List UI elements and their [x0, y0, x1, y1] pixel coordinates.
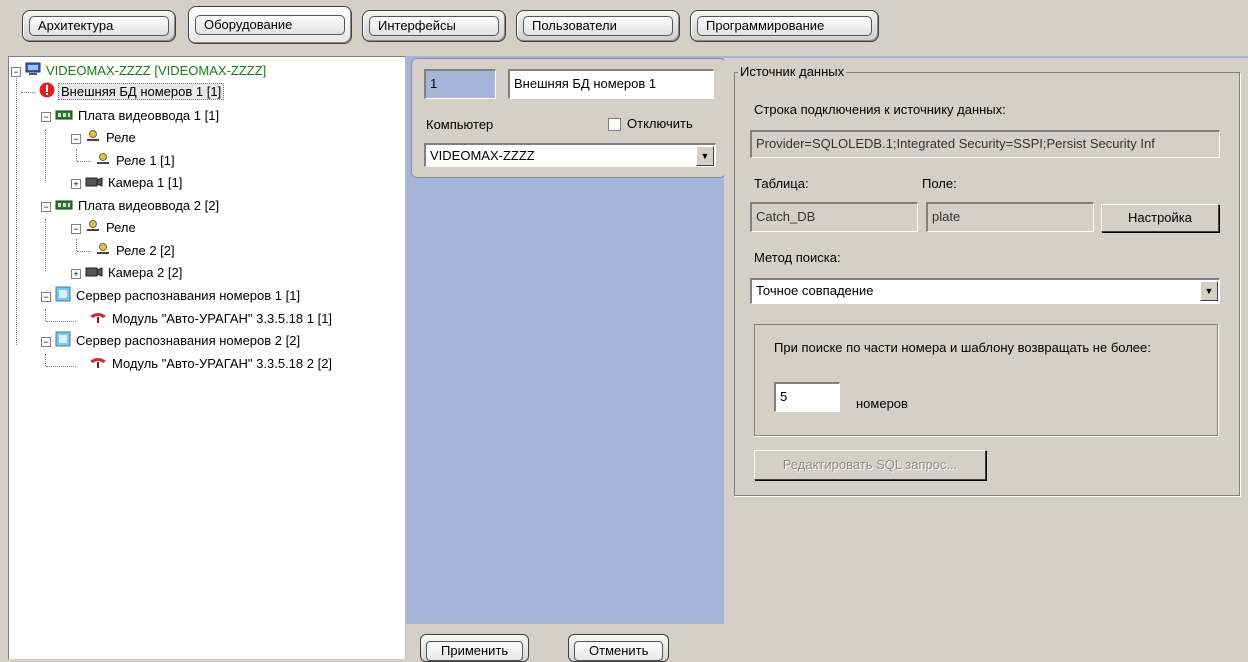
tab-equipment[interactable]: Оборудование [188, 6, 352, 44]
conn-string-label: Строка подключения к источнику данных: [754, 102, 1006, 117]
camera-icon [85, 264, 103, 284]
setup-button[interactable]: Настройка [1101, 204, 1219, 232]
object-header-box: 1 Внешняя БД номеров 1 Компьютер Отключи… [411, 58, 726, 178]
tree-item-label: Сервер распознавания номеров 2 [2] [76, 333, 301, 349]
tree-item-video-board-1[interactable]: Плата видеоввода 1 [1] [55, 106, 221, 126]
collapse-relay1-toggle[interactable]: − [71, 134, 81, 144]
computer-label: Компьютер [426, 117, 494, 132]
tree-item-label: Сервер распознавания номеров 1 [1] [76, 288, 301, 304]
tree-item-label: Реле 2 [2] [116, 243, 175, 258]
apply-button[interactable]: Применить [420, 634, 530, 662]
tab-bar: Архитектура Оборудование Интерфейсы Поль… [0, 0, 1248, 56]
relay-icon [85, 129, 101, 149]
table-label: Таблица: [754, 176, 809, 191]
computer-select-value: VIDEOMAX-ZZZZ [430, 148, 535, 163]
tree-item-auto-uragan-1[interactable]: Модуль "Авто-УРАГАН" 3.3.5.18 1 [1] [89, 309, 334, 329]
tree-root-label: VIDEOMAX-ZZZZ [VIDEOMAX-ZZZZ] [46, 63, 267, 78]
cancel-button[interactable]: Отменить [568, 634, 670, 662]
tree-item-auto-uragan-2[interactable]: Модуль "Авто-УРАГАН" 3.3.5.18 2 [2] [89, 354, 334, 374]
tree-item-label: Плата видеоввода 1 [1] [78, 108, 220, 123]
tab-interfaces[interactable]: Интерфейсы [362, 10, 506, 42]
collapse-board2-toggle[interactable]: − [41, 202, 51, 212]
cancel-button-label: Отменить [574, 641, 664, 661]
tree-item-label: Реле 1 [1] [116, 153, 175, 168]
tree-item-label: Реле [106, 130, 136, 145]
tab-equipment-label: Оборудование [195, 15, 345, 35]
search-method-label: Метод поиска: [754, 250, 841, 265]
object-name-field[interactable]: Внешняя БД номеров 1 [508, 69, 714, 99]
object-id-field[interactable]: 1 [424, 69, 496, 99]
camera-icon [85, 174, 103, 194]
tree-item-relay-2[interactable]: Реле 2 [2] [95, 241, 177, 261]
collapse-root-toggle[interactable]: − [11, 67, 21, 77]
tree-item-label: Модуль "Авто-УРАГАН" 3.3.5.18 1 [1] [112, 311, 333, 326]
server-icon [55, 286, 71, 308]
tab-users[interactable]: Пользователи [516, 10, 680, 42]
tree-item-relay-group-1[interactable]: Реле [85, 128, 138, 148]
partial-unit-label: номеров [856, 396, 908, 411]
chevron-down-icon[interactable]: ▼ [1200, 281, 1218, 301]
tree-item-label: Реле [106, 220, 136, 235]
server-icon [55, 331, 71, 353]
expand-camera1-toggle[interactable]: + [71, 179, 81, 189]
module-icon [89, 355, 107, 375]
tab-users-label: Пользователи [523, 16, 673, 36]
edit-sql-button[interactable]: Редактировать SQL запрос... [754, 450, 986, 480]
conn-string-field[interactable]: Provider=SQLOLEDB.1;Integrated Security=… [750, 130, 1220, 158]
table-field[interactable]: Catch_DB [750, 202, 918, 232]
tree-root[interactable]: VIDEOMAX-ZZZZ [VIDEOMAX-ZZZZ] [25, 61, 268, 81]
tree-item-label: Модуль "Авто-УРАГАН" 3.3.5.18 2 [2] [112, 356, 333, 371]
tab-architecture-label: Архитектура [29, 16, 169, 36]
computer-icon [25, 62, 41, 82]
chevron-down-icon[interactable]: ▼ [696, 146, 714, 166]
partial-search-text: При поиске по части номера и шаблону воз… [774, 340, 1151, 355]
tab-interfaces-label: Интерфейсы [369, 16, 499, 36]
column-field[interactable]: plate [926, 202, 1094, 232]
search-method-value: Точное совпадение [756, 283, 874, 298]
tab-programming[interactable]: Программирование [690, 10, 879, 42]
hardware-tree[interactable]: − VIDEOMAX-ZZZZ [VIDEOMAX-ZZZZ] Внешняя … [8, 56, 406, 659]
expand-camera2-toggle[interactable]: + [71, 269, 81, 279]
collapse-board1-toggle[interactable]: − [41, 112, 51, 122]
tree-item-label: Камера 2 [2] [108, 265, 183, 280]
relay-icon [95, 242, 111, 262]
tab-architecture[interactable]: Архитектура [22, 10, 176, 42]
disable-checkbox-box[interactable] [608, 118, 621, 132]
collapse-server1-toggle[interactable]: − [41, 292, 51, 302]
tree-item-relay-1[interactable]: Реле 1 [1] [95, 151, 177, 171]
board-icon [55, 197, 73, 217]
tree-item-relay-group-2[interactable]: Реле [85, 218, 138, 238]
board-icon [55, 107, 73, 127]
data-source-group-title: Источник данных [738, 64, 847, 79]
tree-item-camera-1[interactable]: Камера 1 [1] [85, 173, 184, 193]
tree-item-video-board-2[interactable]: Плата видеоввода 2 [2] [55, 196, 221, 216]
tree-item-label: Плата видеоввода 2 [2] [78, 198, 220, 213]
bottom-bar: Применить Отменить [406, 624, 1248, 662]
relay-icon [95, 152, 111, 172]
disable-checkbox[interactable]: Отключить [608, 116, 693, 132]
tree-item-label: Камера 1 [1] [108, 175, 183, 190]
disable-checkbox-label: Отключить [627, 116, 693, 131]
apply-button-label: Применить [426, 641, 524, 661]
module-icon [89, 310, 107, 330]
relay-icon [85, 219, 101, 239]
tab-programming-label: Программирование [697, 16, 872, 36]
collapse-server2-toggle[interactable]: − [41, 337, 51, 347]
computer-select[interactable]: VIDEOMAX-ZZZZ ▼ [424, 143, 716, 167]
tree-item-recognition-server-2[interactable]: Сервер распознавания номеров 2 [2] [55, 331, 302, 351]
tree-item-external-db[interactable]: Внешняя БД номеров 1 [1] [39, 82, 225, 104]
collapse-relay2-toggle[interactable]: − [71, 224, 81, 234]
field-label: Поле: [922, 176, 957, 191]
error-icon [39, 82, 55, 104]
settings-panel: Источник данных Строка подключения к ист… [724, 58, 1248, 624]
tree-item-camera-2[interactable]: Камера 2 [2] [85, 263, 184, 283]
search-method-select[interactable]: Точное совпадение ▼ [750, 278, 1220, 304]
tree-item-label: Внешняя БД номеров 1 [1] [58, 83, 225, 101]
tree-item-recognition-server-1[interactable]: Сервер распознавания номеров 1 [1] [55, 286, 302, 306]
partial-count-field[interactable]: 5 [774, 382, 840, 412]
